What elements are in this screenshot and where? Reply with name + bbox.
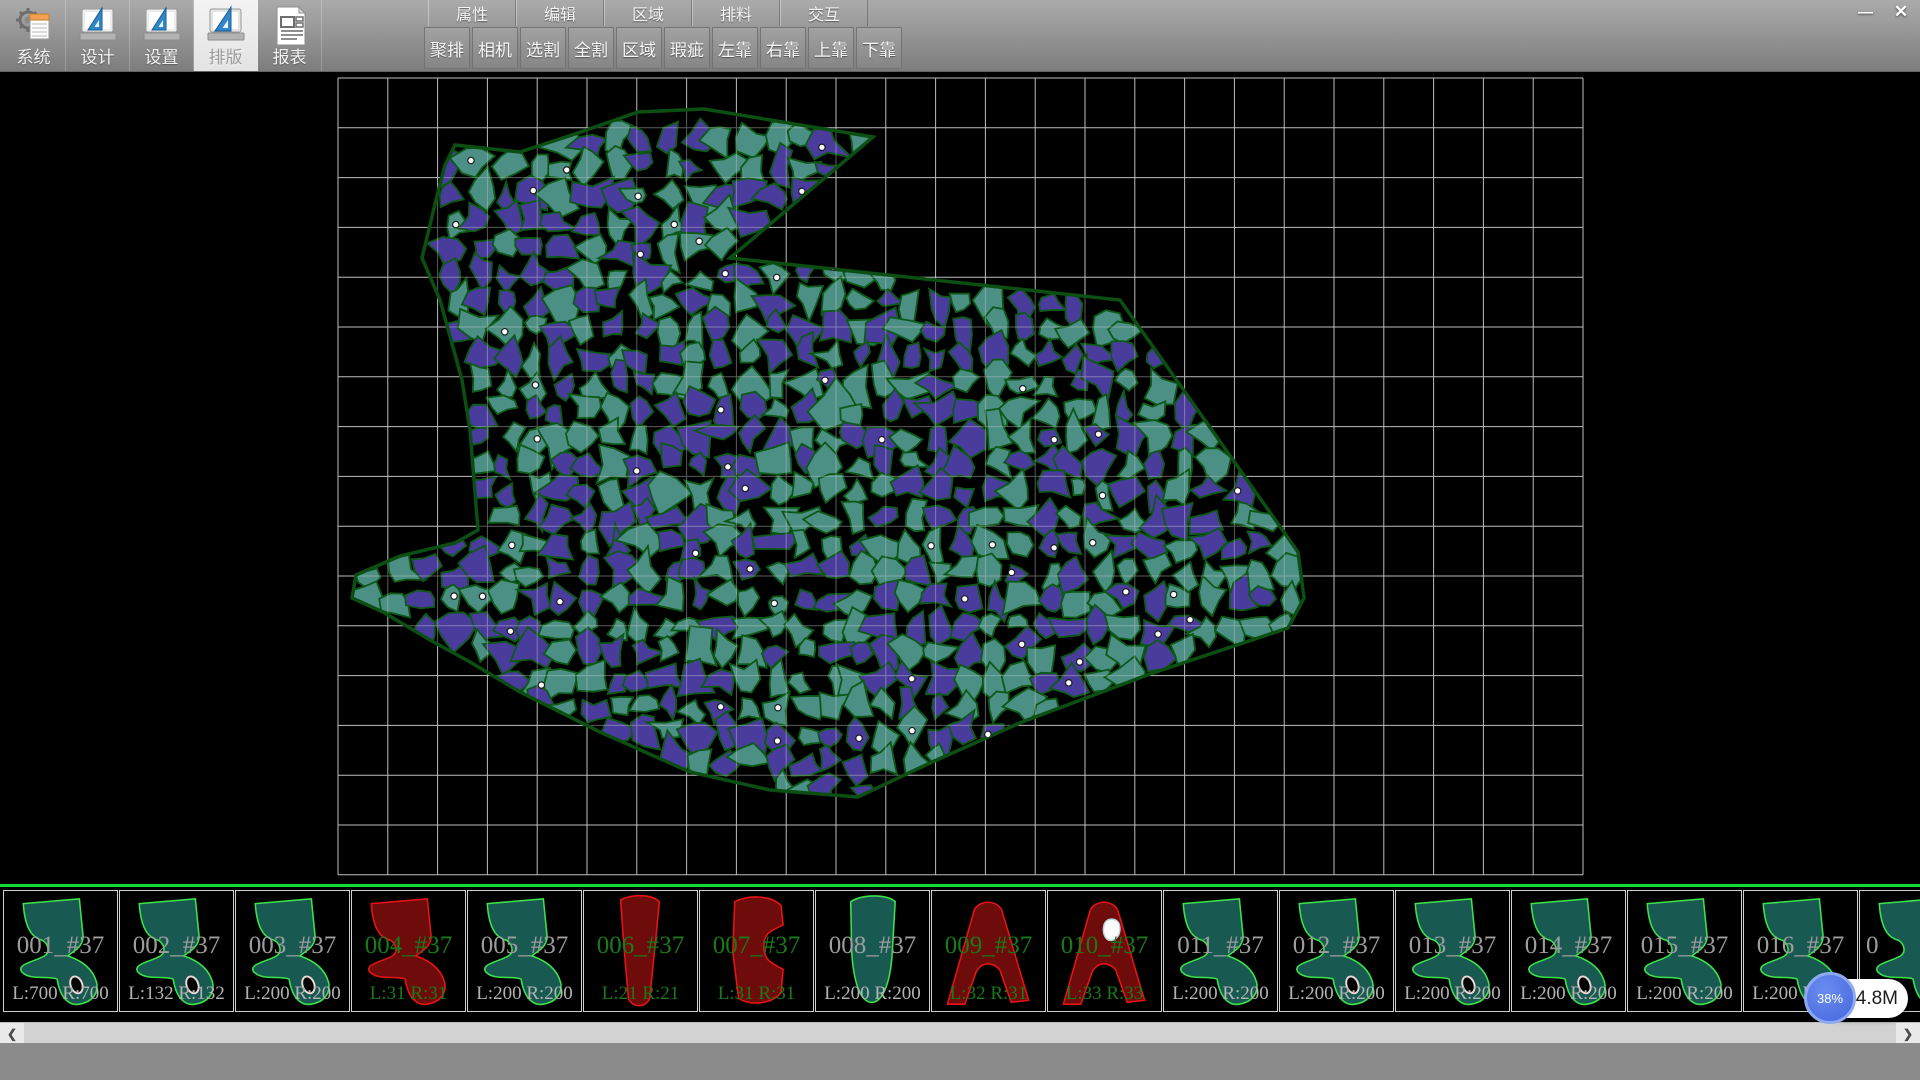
close-button[interactable]: ✕ [1888, 2, 1914, 22]
main-button-label: 设计 [81, 48, 115, 68]
thumbnail-cell-7[interactable]: 007_#37 L:31 R:31 [699, 890, 814, 1012]
nesting-ruler-icon [204, 4, 248, 48]
piece-number: 006_#37 [584, 933, 697, 959]
piece-thumbnail-strip: 001_#37L:700 R:700002_#37L:132 R:132003_… [0, 884, 1920, 1016]
tool-button-2[interactable]: 相机 [472, 27, 518, 69]
menu-tab-2[interactable]: 编辑 [516, 0, 604, 26]
tool-button-6[interactable]: 瑕疵 [664, 27, 710, 69]
thumbnail-cell-11[interactable]: 011_#37 L:200 R:200 [1163, 890, 1278, 1012]
nesting-canvas[interactable] [0, 72, 1920, 884]
status-footer [0, 1043, 1920, 1080]
window-controls: — ✕ [1852, 2, 1914, 22]
thumbnail-cell-15[interactable]: 015_#37 L:200 R:200 [1627, 890, 1742, 1012]
ribbon-main-buttons: 系统 设计 设置 排版 报表 [2, 0, 322, 72]
thumbnail-cell-13[interactable]: 013_#37 L:200 R:200 [1395, 890, 1510, 1012]
thumbnail-cell-14[interactable]: 014_#37 L:200 R:200 [1511, 890, 1626, 1012]
thumbnail-cell-1[interactable]: 001_#37 L:700 R:700 [3, 890, 118, 1012]
tool-button-5[interactable]: 区域 [616, 27, 662, 69]
piece-number: 013_#37 [1396, 933, 1509, 959]
piece-number: 014_#37 [1512, 933, 1625, 959]
menu-tab-1[interactable]: 属性 [428, 0, 516, 26]
piece-lr-values: L:200 R:200 [1628, 984, 1741, 1004]
tool-button-10[interactable]: 下靠 [856, 27, 902, 69]
main-button-2[interactable]: 设计 [66, 0, 130, 71]
main-button-label: 系统 [17, 48, 51, 68]
tool-button-9[interactable]: 上靠 [808, 27, 854, 69]
tool-button-4[interactable]: 全割 [568, 27, 614, 69]
piece-lr-values: L:31 R:31 [700, 984, 813, 1004]
tool-button-8[interactable]: 右靠 [760, 27, 806, 69]
thumbnail-cell-6[interactable]: 006_#37 L:21 R:21 [583, 890, 698, 1012]
piece-lr-values: L:32 R:31 [932, 984, 1045, 1004]
piece-lr-values: L:132 R:132 [120, 984, 233, 1004]
piece-number: 010_#37 [1048, 933, 1161, 959]
thumbnail-cell-2[interactable]: 002_#37 L:132 R:132 [119, 890, 234, 1012]
usage-percent-badge: 38% [1804, 972, 1856, 1024]
piece-lr-values: L:200 R:200 [816, 984, 929, 1004]
main-button-3[interactable]: 设置 [130, 0, 194, 71]
thumbnail-cells: 001_#37L:700 R:700002_#37L:132 R:132003_… [3, 890, 1920, 1012]
system-gear-icon [12, 4, 56, 48]
piece-lr-values: L:33 R:33 [1048, 984, 1161, 1004]
report-icon [268, 4, 312, 48]
thumbnail-cell-4[interactable]: 004_#37 L:31 R:31 [351, 890, 466, 1012]
scroll-right-arrow-icon[interactable]: ❯ [1896, 1023, 1920, 1044]
strip-top-line [0, 884, 1920, 887]
usage-percent-value: 38% [1817, 991, 1843, 1006]
piece-lr-values: L:200 R:200 [1164, 984, 1277, 1004]
piece-number: 003_#37 [236, 933, 349, 959]
piece-lr-values: L:200 R:200 [236, 984, 349, 1004]
nesting-canvas-area [0, 72, 1920, 884]
menu-tab-5[interactable]: 交互 [780, 0, 868, 26]
piece-lr-values: L:200 R:200 [1512, 984, 1625, 1004]
piece-number: 005_#37 [468, 933, 581, 959]
main-button-label: 设置 [145, 48, 179, 68]
horizontal-scrollbar[interactable]: ❮ ❯ [0, 1022, 1920, 1043]
menu-tab-3[interactable]: 区域 [604, 0, 692, 26]
piece-number: 015_#37 [1628, 933, 1741, 959]
ribbon-toolbar: 系统设计设置排版报表 属性编辑区域排料交互 聚排相机选割全割区域瑕疵左靠右靠上靠… [0, 0, 1920, 72]
main-button-1[interactable]: 系统 [2, 0, 66, 71]
thumbnail-cell-10[interactable]: 010_#37 L:33 R:33 [1047, 890, 1162, 1012]
piece-lr-values: L:31 R:31 [352, 984, 465, 1004]
ribbon-tool-row: 聚排相机选割全割区域瑕疵左靠右靠上靠下靠 [424, 27, 902, 71]
piece-number: 002_#37 [120, 933, 233, 959]
tool-button-3[interactable]: 选割 [520, 27, 566, 69]
menu-tab-4[interactable]: 排料 [692, 0, 780, 26]
thumbnail-cell-8[interactable]: 008_#37 L:200 R:200 [815, 890, 930, 1012]
minimize-button[interactable]: — [1852, 2, 1878, 22]
piece-number: 009_#37 [932, 933, 1045, 959]
tool-button-7[interactable]: 左靠 [712, 27, 758, 69]
piece-lr-values: L:200 R:200 [1396, 984, 1509, 1004]
piece-number: 0 [1860, 933, 1920, 959]
piece-lr-values: L:700 R:700 [4, 984, 117, 1004]
main-button-4[interactable]: 排版 [194, 0, 258, 71]
scroll-left-arrow-icon[interactable]: ❮ [0, 1023, 24, 1044]
piece-number: 008_#37 [816, 933, 929, 959]
thumbnail-cell-5[interactable]: 005_#37 L:200 R:200 [467, 890, 582, 1012]
thumbnail-cell-9[interactable]: 009_#37 L:32 R:31 [931, 890, 1046, 1012]
piece-number: 007_#37 [700, 933, 813, 959]
piece-number: 012_#37 [1280, 933, 1393, 959]
main-button-label: 排版 [209, 48, 243, 68]
tool-button-1[interactable]: 聚排 [424, 27, 470, 69]
thumbnail-cell-3[interactable]: 003_#37 L:200 R:200 [235, 890, 350, 1012]
thumbnail-cell-12[interactable]: 012_#37 L:200 R:200 [1279, 890, 1394, 1012]
piece-lr-values: L:21 R:21 [584, 984, 697, 1004]
piece-lr-values: L:200 R:200 [468, 984, 581, 1004]
ribbon-menu-tabs: 属性编辑区域排料交互 [428, 0, 868, 26]
settings-ruler-icon [140, 4, 184, 48]
design-ruler-icon [76, 4, 120, 48]
main-button-label: 报表 [273, 48, 307, 68]
piece-lr-values: L:200 R:200 [1280, 984, 1393, 1004]
piece-number: 004_#37 [352, 933, 465, 959]
main-button-5[interactable]: 报表 [258, 0, 322, 71]
piece-number: 001_#37 [4, 933, 117, 959]
piece-number: 011_#37 [1164, 933, 1277, 959]
piece-number: 016_#37 [1744, 933, 1857, 959]
